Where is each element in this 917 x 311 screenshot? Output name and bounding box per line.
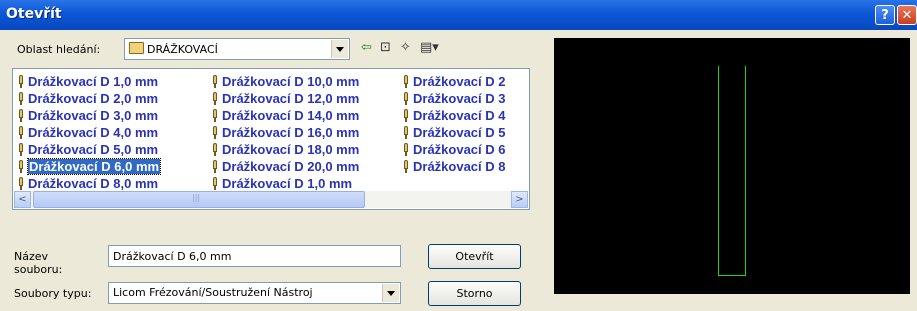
tool-file-icon — [403, 92, 409, 105]
file-item-label: Drážkovací D 6,0 mm — [26, 158, 162, 175]
file-item[interactable]: Drážkovací D 2 — [403, 73, 506, 90]
file-item[interactable]: Drážkovací D 14,0 mm — [212, 107, 359, 124]
file-item[interactable]: Drážkovací D 5 — [403, 124, 506, 141]
tool-file-icon — [18, 75, 24, 88]
tool-outline — [718, 66, 746, 276]
tool-file-icon — [212, 177, 218, 190]
view-menu-icon[interactable]: ▤▾ — [420, 40, 439, 55]
file-column: Drážkovací D 1,0 mm Drážkovací D 2,0 mm Dr… — [18, 73, 162, 192]
file-item-label: Drážkovací D 3,0 mm — [28, 108, 159, 123]
file-item-label: Drážkovací D 12,0 mm — [222, 91, 360, 106]
tool-file-icon — [18, 143, 24, 156]
title-bar: Otevřít ? ✕ — [0, 0, 917, 30]
file-item-label: Drážkovací D 1,0 mm — [222, 176, 353, 191]
file-item-label: Drážkovací D 1,0 mm — [28, 74, 159, 89]
tool-file-icon — [212, 92, 218, 105]
file-item[interactable]: Drážkovací D 8,0 mm — [18, 175, 160, 192]
file-item[interactable]: Drážkovací D 10,0 mm — [212, 73, 359, 90]
file-item-label: Drážkovací D 2 — [413, 74, 506, 89]
tool-file-icon — [403, 126, 409, 139]
back-icon[interactable]: ⇦ — [361, 40, 372, 55]
file-item-label: Drážkovací D 4,0 mm — [28, 125, 159, 140]
chevron-down-icon[interactable] — [382, 284, 399, 302]
filetype-label: Soubory typu: — [14, 287, 92, 300]
file-item[interactable]: Drážkovací D 1,0 mm — [212, 175, 359, 192]
look-in-combo[interactable]: DRÁŽKOVACÍ — [124, 38, 350, 60]
tool-file-icon — [212, 126, 218, 139]
file-item-label: Drážkovací D 3 — [413, 91, 506, 106]
tool-file-icon — [18, 92, 24, 105]
file-item[interactable]: Drážkovací D 6,0 mm — [18, 158, 162, 175]
help-button[interactable]: ? — [875, 5, 895, 25]
tool-file-icon — [18, 126, 24, 139]
horizontal-scrollbar[interactable]: < > — [14, 191, 528, 208]
file-item[interactable]: Drážkovací D 3 — [403, 90, 506, 107]
file-column: Drážkovací D 10,0 mm Drážkovací D 12,0 mm… — [212, 73, 359, 192]
file-item[interactable]: Drážkovací D 16,0 mm — [212, 124, 359, 141]
look-in-value: DRÁŽKOVACÍ — [147, 43, 218, 56]
file-item-label: Drážkovací D 16,0 mm — [222, 125, 360, 140]
tool-file-icon — [403, 143, 409, 156]
filename-value: Drážkovací D 6,0 mm — [113, 250, 232, 263]
file-item-label: Drážkovací D 6 — [413, 142, 506, 157]
tool-file-icon — [403, 160, 409, 173]
file-item[interactable]: Drážkovací D 18,0 mm — [212, 141, 359, 158]
tool-preview — [554, 38, 910, 294]
tool-file-icon — [18, 177, 24, 190]
file-item-label: Drážkovací D 4 — [413, 108, 506, 123]
tool-file-icon — [403, 75, 409, 88]
tool-file-icon — [212, 75, 218, 88]
open-button[interactable]: Otevřít — [428, 244, 521, 269]
scrollbar-thumb[interactable] — [33, 191, 365, 208]
file-item-label: Drážkovací D 8,0 mm — [28, 176, 159, 191]
close-button[interactable]: ✕ — [897, 5, 917, 25]
window-title: Otevřít — [6, 6, 62, 22]
cancel-button[interactable]: Storno — [428, 281, 521, 306]
chevron-down-icon[interactable] — [331, 40, 348, 58]
tool-file-icon — [18, 109, 24, 122]
file-item[interactable]: Drážkovací D 12,0 mm — [212, 90, 359, 107]
filetype-combo[interactable]: Licom Frézování/Soustružení Nástroj — [108, 282, 401, 304]
file-item-label: Drážkovací D 5,0 mm — [28, 142, 159, 157]
file-column: Drážkovací D 2 Drážkovací D 3 Drážkovací D… — [403, 73, 506, 175]
filename-input[interactable]: Drážkovací D 6,0 mm — [108, 245, 401, 267]
file-item[interactable]: Drážkovací D 8 — [403, 158, 506, 175]
file-item-label: Drážkovací D 5 — [413, 125, 506, 140]
filename-label: Název — [14, 250, 49, 263]
up-folder-icon[interactable]: ⊡ — [380, 40, 391, 55]
file-item-label: Drážkovací D 20,0 mm — [222, 159, 360, 174]
folder-icon — [129, 42, 144, 54]
file-item-label: Drážkovací D 8 — [413, 159, 506, 174]
filename-label-2: souboru: — [14, 263, 63, 276]
tool-file-icon — [403, 109, 409, 122]
file-item[interactable]: Drážkovací D 5,0 mm — [18, 141, 160, 158]
file-item[interactable]: Drážkovací D 4,0 mm — [18, 124, 160, 141]
file-item-label: Drážkovací D 18,0 mm — [222, 142, 360, 157]
tool-file-icon — [212, 143, 218, 156]
filetype-value: Licom Frézování/Soustružení Nástroj — [113, 286, 313, 299]
file-item[interactable]: Drážkovací D 1,0 mm — [18, 73, 160, 90]
tool-file-icon — [18, 160, 24, 173]
look-in-label: Oblast hledání: — [17, 43, 101, 56]
scroll-left-button[interactable]: < — [14, 191, 31, 208]
file-item[interactable]: Drážkovací D 20,0 mm — [212, 158, 359, 175]
file-item[interactable]: Drážkovací D 3,0 mm — [18, 107, 160, 124]
scroll-right-button[interactable]: > — [511, 191, 528, 208]
file-item[interactable]: Drážkovací D 6 — [403, 141, 506, 158]
file-item[interactable]: Drážkovací D 2,0 mm — [18, 90, 160, 107]
file-item-label: Drážkovací D 2,0 mm — [28, 91, 159, 106]
file-item[interactable]: Drážkovací D 4 — [403, 107, 506, 124]
file-list[interactable]: Drážkovací D 1,0 mm Drážkovací D 2,0 mm Dr… — [12, 68, 530, 210]
tool-file-icon — [212, 160, 218, 173]
new-folder-icon[interactable]: ✧ — [400, 40, 411, 55]
file-item-label: Drážkovací D 10,0 mm — [222, 74, 360, 89]
tool-file-icon — [212, 109, 218, 122]
file-item-label: Drážkovací D 14,0 mm — [222, 108, 360, 123]
